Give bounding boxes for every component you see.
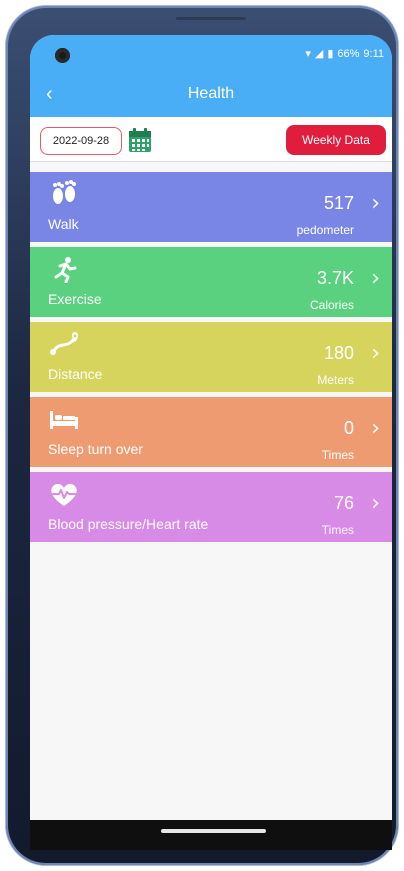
card-label: Exercise — [48, 291, 102, 307]
weekly-data-button[interactable]: Weekly Data — [286, 125, 386, 155]
heart-rate-icon — [48, 480, 80, 508]
weekly-data-label: Weekly Data — [302, 133, 370, 147]
card-value: 180 — [323, 343, 354, 363]
running-icon — [48, 255, 80, 284]
date-picker[interactable]: 2022-09-28 — [40, 127, 122, 155]
chevron-right-icon: › — [371, 491, 380, 516]
date-value: 2022-09-28 — [52, 135, 110, 147]
card-unit: pedometer — [296, 223, 354, 237]
app-bar: ▾ ◢ ▮ 66% 9:11 ‹ Health — [30, 35, 392, 117]
route-icon — [48, 330, 80, 358]
card-label: Walk — [48, 216, 79, 232]
battery-percent: 66% — [337, 47, 360, 60]
front-camera — [55, 48, 70, 63]
screen: ▾ ◢ ▮ 66% 9:11 ‹ Health 2022-09-28 Weekl… — [30, 35, 392, 825]
card-walk[interactable]: Walk 517 pedometer › — [30, 172, 392, 242]
wifi-icon: ▾ — [305, 48, 311, 60]
card-label: Distance — [48, 366, 103, 382]
card-distance[interactable]: Distance 180 Meters › — [30, 322, 392, 392]
card-blood-pressure-heart-rate[interactable]: Blood pressure/Heart rate 76 Times › — [30, 472, 392, 542]
card-value: 76 — [333, 493, 354, 513]
footprints-icon — [48, 180, 80, 208]
card-unit: Times — [321, 448, 354, 462]
bed-icon — [48, 405, 80, 433]
home-indicator[interactable] — [161, 829, 266, 833]
status-bar: ▾ ◢ ▮ 66% 9:11 — [305, 47, 384, 61]
card-label: Blood pressure/Heart rate — [48, 516, 209, 532]
card-exercise[interactable]: Exercise 3.7K Calories › — [30, 247, 392, 317]
card-unit: Times — [321, 523, 354, 537]
card-sleep-turn-over[interactable]: Sleep turn over 0 Times › — [30, 397, 392, 467]
card-unit: Calories — [309, 298, 354, 312]
chevron-right-icon: › — [371, 266, 380, 291]
speaker-grille — [176, 17, 246, 20]
chevron-right-icon: › — [371, 341, 380, 366]
chevron-right-icon: › — [371, 416, 380, 441]
chevron-right-icon: › — [371, 191, 380, 216]
phone-frame: ▾ ◢ ▮ 66% 9:11 ‹ Health 2022-09-28 Weekl… — [6, 6, 398, 865]
battery-icon: ▮ — [327, 48, 334, 60]
calendar-icon[interactable] — [128, 127, 152, 153]
signal-icon: ◢ — [314, 48, 324, 60]
card-unit: Meters — [317, 373, 354, 387]
page-title: Health — [187, 85, 235, 102]
card-value: 0 — [343, 418, 354, 438]
card-label: Sleep turn over — [48, 441, 143, 457]
card-value: 3.7K — [316, 268, 354, 288]
date-row: 2022-09-28 Weekly Data — [30, 117, 392, 162]
status-time: 9:11 — [363, 47, 384, 60]
card-value: 517 — [323, 193, 354, 213]
navigation-bar — [30, 820, 392, 850]
